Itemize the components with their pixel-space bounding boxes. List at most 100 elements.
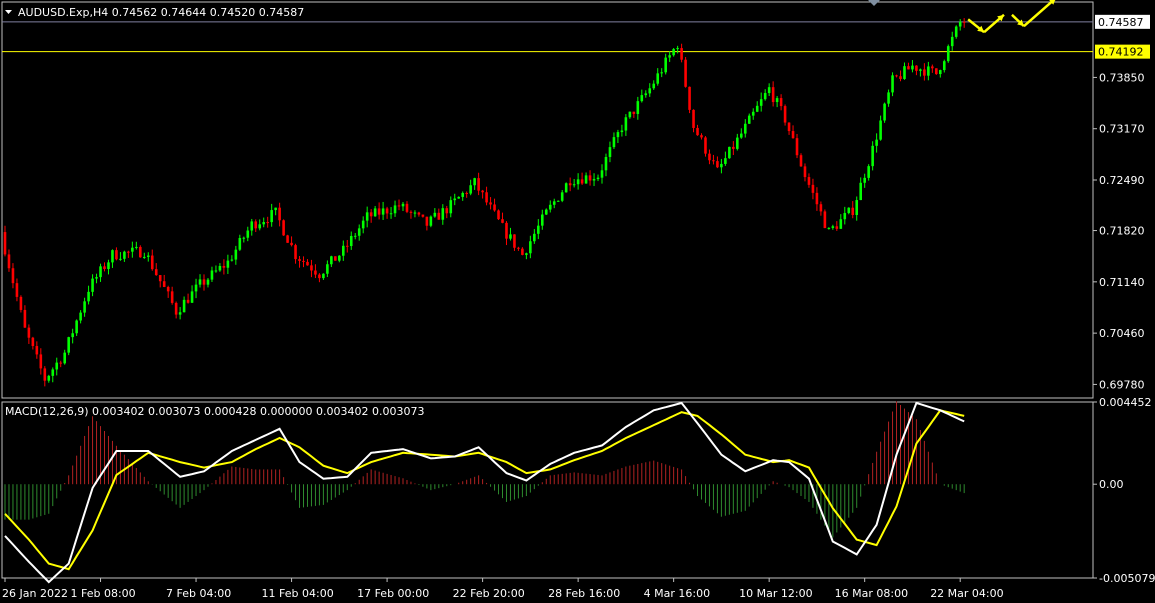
candle-body xyxy=(751,111,755,116)
candle-body xyxy=(250,221,254,231)
candle-body xyxy=(903,66,906,79)
candle-body xyxy=(529,241,532,254)
candle-body xyxy=(198,279,202,285)
candle-body xyxy=(441,208,445,220)
candle-body xyxy=(684,59,687,87)
candle-body xyxy=(887,92,890,104)
candle-body xyxy=(226,260,230,268)
candle-body xyxy=(477,178,480,191)
candle-body xyxy=(119,258,122,260)
candle-body xyxy=(310,265,313,271)
candle-body xyxy=(131,247,134,252)
candle-body xyxy=(831,226,835,228)
time-tick-label: 4 Mar 16:00 xyxy=(644,587,710,600)
candle-body xyxy=(139,246,142,258)
candle-body xyxy=(907,66,910,70)
candle-body xyxy=(7,254,11,269)
candle-body xyxy=(234,249,238,260)
candle-body xyxy=(51,369,55,376)
macd-lines xyxy=(4,401,965,584)
candle-body xyxy=(385,208,389,214)
candle-body xyxy=(202,279,206,285)
candle-body xyxy=(716,161,719,168)
candle-body xyxy=(174,302,178,315)
shift-marker-icon[interactable] xyxy=(868,0,880,6)
candle-body xyxy=(409,211,413,213)
candle-body xyxy=(71,333,74,338)
candle-body xyxy=(871,145,874,167)
candle-body xyxy=(962,21,966,23)
current-price-label: 0.74587 xyxy=(1098,16,1144,29)
candle-body xyxy=(939,70,942,75)
candle-body xyxy=(533,233,536,242)
candle-body xyxy=(314,270,317,275)
candle-body xyxy=(891,75,894,93)
candle-body xyxy=(389,213,393,215)
candle-body xyxy=(103,266,106,270)
candle-body xyxy=(612,137,616,148)
candle-body xyxy=(525,253,528,255)
candle-body xyxy=(361,220,365,229)
candle-body xyxy=(47,375,51,381)
candle-body xyxy=(166,286,170,292)
candle-body xyxy=(115,250,118,260)
candle-body xyxy=(787,122,791,132)
candle-body xyxy=(807,177,811,185)
candle-body xyxy=(501,219,504,223)
candle-body xyxy=(453,198,457,201)
candle-body xyxy=(935,68,938,75)
candle-body xyxy=(254,221,258,229)
candle-body xyxy=(556,200,560,202)
candle-body xyxy=(35,346,39,355)
candle-body xyxy=(75,320,78,334)
dropdown-triangle-icon[interactable] xyxy=(5,10,12,14)
candle-body xyxy=(736,137,739,149)
candle-body xyxy=(771,87,775,103)
candle-body xyxy=(799,155,803,167)
candle-body xyxy=(644,93,648,96)
price-pane-border xyxy=(1,1,1094,399)
price-axis: 0.73850 0.73170 0.72490 0.71820 0.71140 0.704… xyxy=(1093,71,1145,391)
candle-body xyxy=(919,69,922,71)
candle-body xyxy=(377,208,381,215)
candle-body xyxy=(632,111,636,114)
symbol-title: AUDUSD.Exp,H4 0.74562 0.74644 0.74520 0.… xyxy=(18,6,304,19)
candle-body xyxy=(867,166,870,178)
candle-body xyxy=(417,212,421,215)
candle-body xyxy=(497,210,500,220)
candle-body xyxy=(672,49,675,56)
candle-body xyxy=(342,245,345,256)
candle-body xyxy=(576,179,580,185)
candle-body xyxy=(664,57,667,73)
candle-body xyxy=(791,131,795,139)
candle-body xyxy=(457,196,461,199)
candle-body xyxy=(958,21,962,27)
candle-body xyxy=(338,255,341,261)
candlestick-series[interactable] xyxy=(3,18,966,387)
candle-body xyxy=(636,101,640,114)
candle-body xyxy=(194,284,198,292)
candle-body xyxy=(616,132,620,138)
candle-body xyxy=(732,146,735,149)
time-tick-label: 26 Jan 2022 xyxy=(2,587,68,600)
candle-body xyxy=(855,200,859,215)
candle-body xyxy=(580,179,584,184)
candle-body xyxy=(401,203,405,207)
candle-body xyxy=(59,362,63,364)
candle-body xyxy=(27,327,31,338)
candle-body xyxy=(230,259,234,261)
candle-body xyxy=(747,115,751,124)
candle-body xyxy=(763,93,767,100)
candle-body xyxy=(720,163,723,168)
candle-body xyxy=(238,237,242,250)
candle-body xyxy=(469,185,472,194)
candle-body xyxy=(353,235,357,237)
time-tick-label: 10 Mar 12:00 xyxy=(739,587,812,600)
candle-body xyxy=(779,98,783,107)
candle-body xyxy=(819,204,823,212)
candle-body xyxy=(708,153,711,161)
candle-body xyxy=(668,55,671,58)
macd-tick-label: -0.005079 xyxy=(1099,572,1155,585)
candle-body xyxy=(242,237,246,239)
candle-body xyxy=(258,224,262,229)
